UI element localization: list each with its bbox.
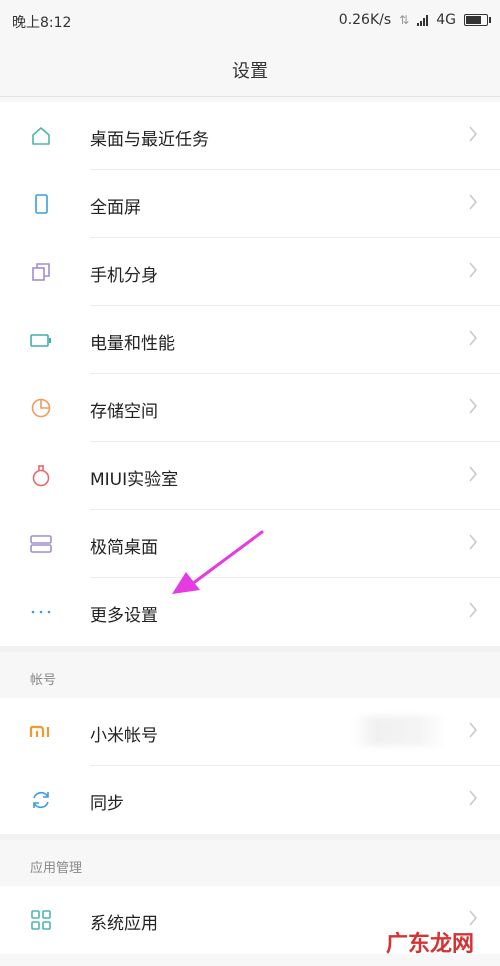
settings-item-label: 更多设置 (90, 606, 158, 626)
pie-icon (29, 396, 53, 420)
more-icon (29, 600, 53, 624)
chevron-right-icon (469, 330, 477, 346)
clone-icon (29, 260, 53, 284)
settings-item-fullscreen[interactable]: 全面屏 (0, 170, 500, 238)
home-icon (29, 124, 53, 148)
battery-icon (29, 328, 53, 352)
page-title: 设置 (232, 61, 268, 82)
settings-item-mi-account[interactable]: 小米帐号 (0, 698, 500, 766)
settings-item-label: 系统应用 (90, 914, 158, 934)
grid-icon (29, 908, 53, 932)
settings-item-sync[interactable]: 同步 (0, 766, 500, 834)
layers-icon (29, 532, 53, 556)
chevron-right-icon (469, 466, 477, 482)
chevron-right-icon (469, 262, 477, 278)
settings-item-dual-apps[interactable]: 手机分身 (0, 238, 500, 306)
settings-item-battery[interactable]: 电量和性能 (0, 306, 500, 374)
chevron-right-icon (469, 722, 477, 738)
section-header-apps: 应用管理 (0, 840, 500, 886)
settings-item-label: 全面屏 (90, 198, 141, 218)
sync-icon (29, 788, 53, 812)
account-id-redacted (352, 716, 448, 746)
title-bar: 设置 (0, 40, 500, 97)
status-bar: 晚上8:12 0.26K/s ⇅ 4G (0, 0, 500, 40)
battery-icon (464, 14, 491, 26)
mi-logo-icon (29, 720, 53, 744)
chevron-right-icon (469, 790, 477, 806)
section-header-account: 帐号 (0, 652, 500, 698)
settings-item-label: 电量和性能 (90, 334, 175, 354)
chevron-right-icon (469, 126, 477, 142)
signal-icon (417, 14, 429, 26)
annotation-arrow-icon (172, 530, 264, 594)
chevron-right-icon (469, 602, 477, 618)
settings-item-label: 存储空间 (90, 402, 158, 422)
phone-icon (29, 192, 53, 216)
data-transfer-icon: ⇅ (399, 13, 410, 27)
settings-item-miui-lab[interactable]: MIUI实验室 (0, 442, 500, 510)
watermark-logo: 广东龙网 (385, 931, 474, 957)
settings-item-label: 极简桌面 (90, 538, 158, 558)
settings-item-label: 桌面与最近任务 (90, 130, 209, 150)
status-time: 晚上8:12 (12, 15, 72, 31)
section-title: 帐号 (30, 673, 57, 688)
chevron-right-icon (469, 534, 477, 550)
flask-icon (29, 464, 53, 488)
chevron-right-icon (469, 910, 477, 926)
settings-item-label: MIUI实验室 (90, 470, 179, 490)
chevron-right-icon (469, 194, 477, 210)
network-speed: 0.26K/s (338, 12, 392, 28)
section-title: 应用管理 (30, 861, 83, 876)
settings-item-label: 同步 (90, 794, 124, 814)
settings-item-label: 小米帐号 (90, 726, 158, 746)
network-type: 4G (436, 12, 456, 28)
settings-item-desktop[interactable]: 桌面与最近任务 (0, 102, 500, 170)
settings-item-label: 手机分身 (90, 266, 158, 286)
chevron-right-icon (469, 398, 477, 414)
account-list: 小米帐号 同步 (0, 698, 500, 834)
status-indicators: 0.26K/s ⇅ 4G (338, 12, 491, 28)
settings-item-storage[interactable]: 存储空间 (0, 374, 500, 442)
